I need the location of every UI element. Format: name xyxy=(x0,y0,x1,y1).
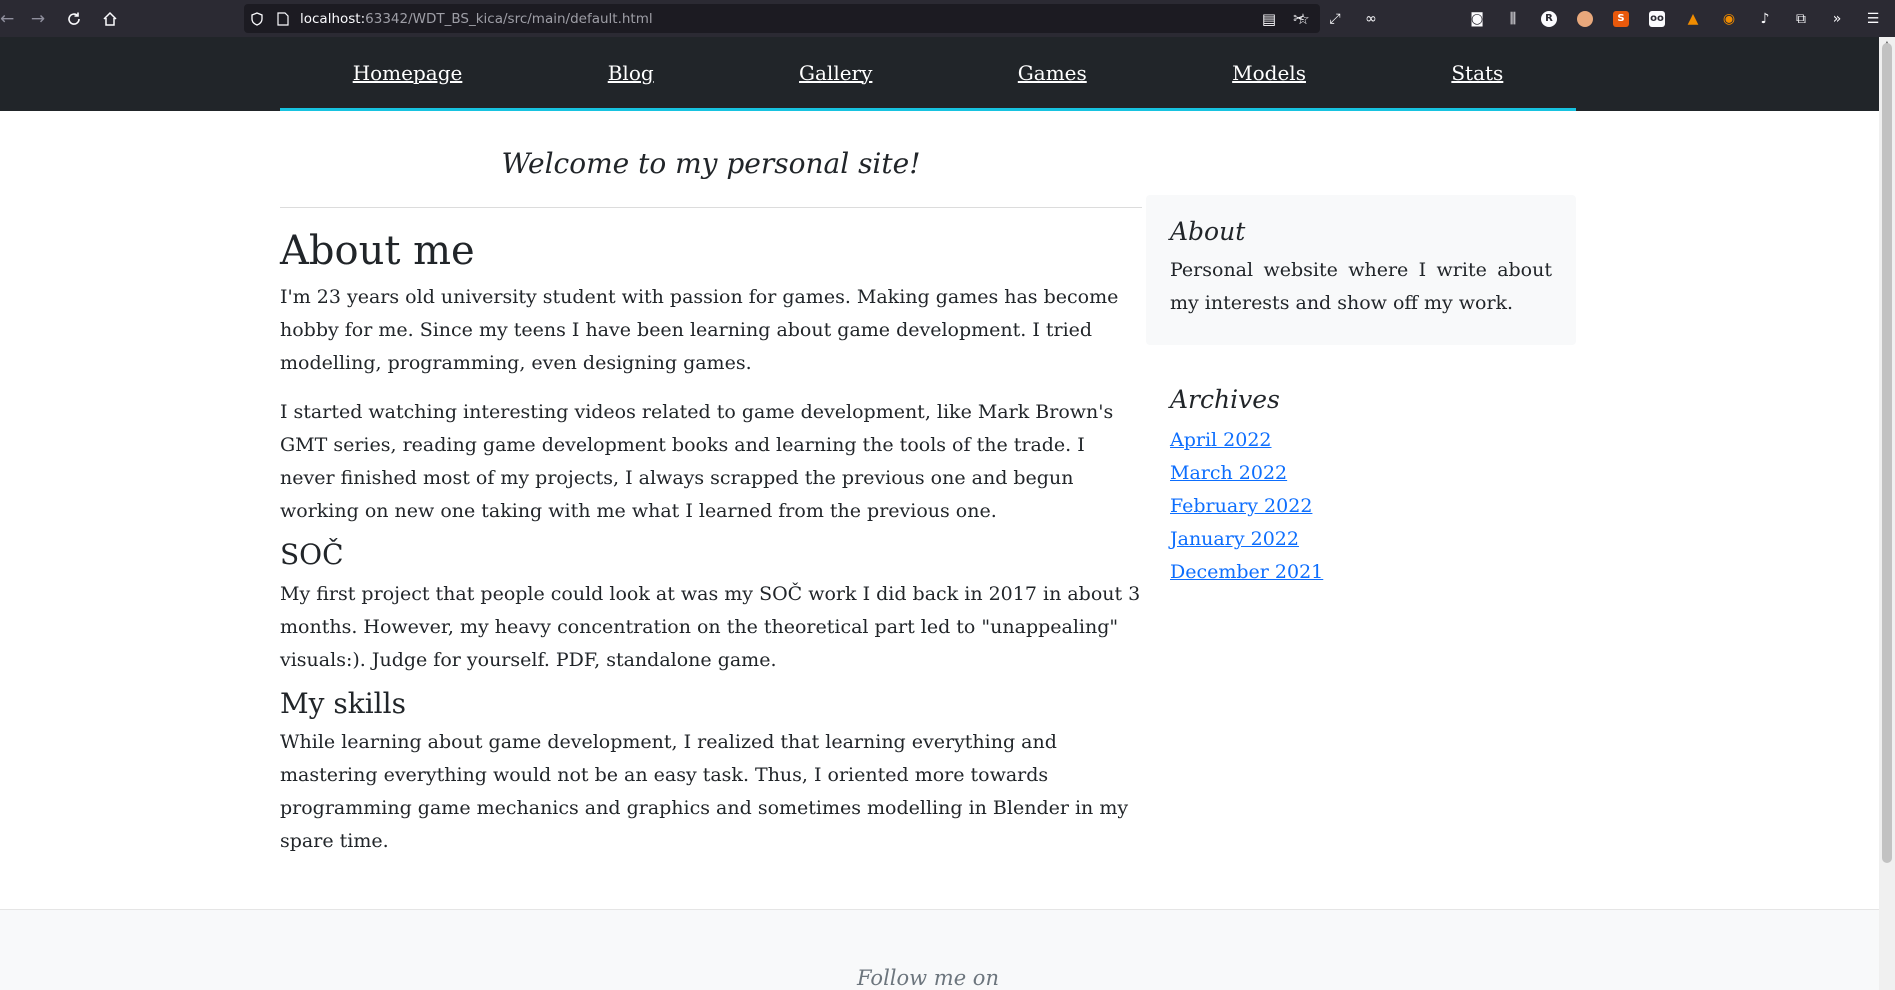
about-me-heading: About me xyxy=(280,228,475,274)
follow-me-text: Follow me on xyxy=(857,966,999,990)
soc-paragraph: My first project that people could look … xyxy=(280,582,1141,671)
divider xyxy=(280,207,1142,208)
archive-link-march-2022[interactable]: March 2022 xyxy=(1170,462,1287,484)
page-scrollbar[interactable]: ▲ xyxy=(1879,37,1895,990)
extensions-puzzle-icon[interactable]: ⧉ xyxy=(1783,11,1819,27)
extension-s-icon[interactable]: S xyxy=(1603,10,1639,27)
soc-heading: SOČ xyxy=(280,538,344,571)
back-button[interactable]: ← xyxy=(0,0,20,37)
page-icon xyxy=(270,11,296,26)
list-item: April 2022 xyxy=(1170,424,1570,457)
intro-paragraph-1: I'm 23 years old university student with… xyxy=(280,286,1119,374)
fullscreen-icon[interactable]: ⤢ xyxy=(1317,11,1353,27)
home-icon xyxy=(103,11,117,26)
nav-link-blog[interactable]: Blog xyxy=(608,61,654,85)
sidebar-about-title: About xyxy=(1170,217,1246,246)
menu-icon[interactable]: ☰ xyxy=(1855,11,1891,27)
skills-heading: My skills xyxy=(280,686,406,720)
address-bar[interactable]: localhost:63342/WDT_BS_kica/src/main/def… xyxy=(244,4,1320,33)
site-footer: Follow me on xyxy=(0,909,1879,990)
archives-list: April 2022 March 2022 February 2022 Janu… xyxy=(1170,424,1570,589)
rss-icon[interactable]: ◉ xyxy=(1711,11,1747,27)
list-item: January 2022 xyxy=(1170,523,1570,556)
nav-link-stats[interactable]: Stats xyxy=(1451,61,1503,85)
overflow-chevrons-icon[interactable]: » xyxy=(1819,11,1855,27)
archive-link-december-2021[interactable]: December 2021 xyxy=(1170,561,1323,583)
archive-link-february-2022[interactable]: February 2022 xyxy=(1170,495,1312,517)
screenshot-icon[interactable]: ✂ xyxy=(1281,11,1317,27)
nav-link-gallery[interactable]: Gallery xyxy=(799,61,872,85)
scrollbar-thumb[interactable] xyxy=(1882,43,1892,863)
page-viewport: Homepage Blog Gallery Games Models Stats… xyxy=(0,37,1895,990)
music-icon[interactable]: ♪ xyxy=(1747,11,1783,27)
archives-title: Archives xyxy=(1170,385,1280,414)
home-button[interactable] xyxy=(92,0,128,37)
welcome-heading: Welcome to my personal site! xyxy=(501,147,921,180)
vlc-cone-icon[interactable]: ▲ xyxy=(1675,11,1711,27)
url-text[interactable]: localhost:63342/WDT_BS_kica/src/main/def… xyxy=(300,11,653,27)
extension-glasses-icon[interactable]: oo xyxy=(1639,10,1675,27)
site-navbar: Homepage Blog Gallery Games Models Stats xyxy=(0,37,1879,111)
skills-paragraph: While learning about game development, I… xyxy=(280,731,1129,853)
reload-icon xyxy=(68,12,80,25)
sidebar-archives: Archives April 2022 March 2022 February … xyxy=(1170,385,1570,589)
url-path: 63342/WDT_BS_kica/src/main/default.html xyxy=(365,10,653,27)
infinity-icon[interactable]: ∞ xyxy=(1353,11,1389,27)
extension-face-icon[interactable] xyxy=(1567,10,1603,27)
pocket-icon[interactable]: ◙ xyxy=(1459,11,1495,27)
list-item: December 2021 xyxy=(1170,556,1570,589)
reload-button[interactable] xyxy=(56,0,92,37)
list-item: March 2022 xyxy=(1170,457,1570,490)
nav-link-models[interactable]: Models xyxy=(1232,61,1306,85)
shield-icon[interactable] xyxy=(244,11,270,26)
nav-link-homepage[interactable]: Homepage xyxy=(353,61,463,85)
intro-paragraph-2: I started watching interesting videos re… xyxy=(280,401,1114,522)
navbar-links: Homepage Blog Gallery Games Models Stats xyxy=(280,37,1576,111)
library-icon[interactable]: ⫼ xyxy=(1495,11,1531,27)
url-host: localhost: xyxy=(300,10,366,27)
sidebar-about-text: Personal website where I write about my … xyxy=(1170,259,1552,314)
archive-link-april-2022[interactable]: April 2022 xyxy=(1170,429,1272,451)
list-item: February 2022 xyxy=(1170,490,1570,523)
nav-link-games[interactable]: Games xyxy=(1018,61,1087,85)
browser-toolbar: ← → localhost:63342/WDT_BS_kica/src/main… xyxy=(0,0,1895,37)
profile-r-icon[interactable]: R xyxy=(1531,10,1567,27)
main-content: About me I'm 23 years old university stu… xyxy=(280,227,1142,874)
sidebar-about-box: About Personal website where I write abo… xyxy=(1146,195,1576,345)
archive-link-january-2022[interactable]: January 2022 xyxy=(1170,528,1299,550)
extension-toolbar: ✂ ⤢ ∞ ◙ ⫼ R S oo ▲ ◉ ♪ ⧉ » ☰ xyxy=(1281,0,1895,37)
forward-button[interactable]: → xyxy=(20,0,56,37)
